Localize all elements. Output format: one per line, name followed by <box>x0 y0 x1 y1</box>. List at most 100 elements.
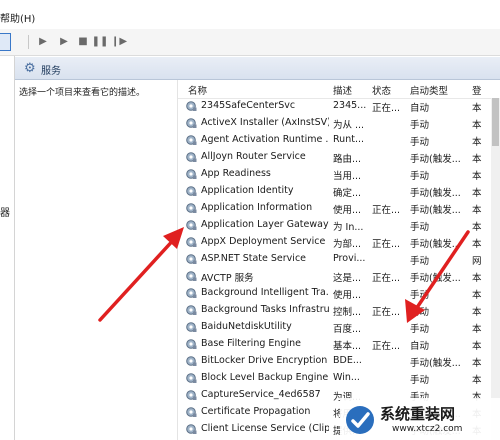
service-name: BaiduNetdiskUtility <box>201 321 292 332</box>
service-name: Application Layer Gateway ... <box>201 219 329 230</box>
pane-header: ⚙ 服务 <box>15 57 500 80</box>
service-gear-icon <box>185 304 197 316</box>
table-row[interactable]: ActiveX Installer (AxInstSV) 为从 ... 手动 本 <box>178 115 500 132</box>
column-header-name[interactable]: 名称 <box>188 83 207 97</box>
table-row[interactable]: Application Layer Gateway ... 为 In... 手动 本 <box>178 217 500 234</box>
service-gear-icon <box>185 151 197 163</box>
watermark: 系统重装网 www.xtcz2.com <box>340 398 500 440</box>
service-description: 2345... <box>333 100 367 111</box>
service-description: 使用... <box>333 205 362 216</box>
service-gear-icon <box>185 321 197 333</box>
stop-icon[interactable]: ■ <box>76 34 90 48</box>
service-logon: 本 <box>472 120 482 131</box>
service-description: 控制... <box>333 307 362 318</box>
service-gear-icon <box>185 134 197 146</box>
toolbar: ▶ ▶ ■ ❚❚ ❙▶ <box>0 29 500 56</box>
column-header-logon[interactable]: 登 <box>472 83 482 97</box>
service-startup-type: 手动(触发... <box>410 188 461 199</box>
service-startup-type: 手动(触发... <box>410 239 461 250</box>
service-description: Runt... <box>333 134 365 145</box>
service-gear-icon <box>185 287 197 299</box>
column-header-startup-type[interactable]: 启动类型 <box>410 83 448 97</box>
table-row[interactable]: AppX Deployment Service ... 为部... 正在... 手动(… <box>178 234 500 251</box>
service-name: 2345SafeCenterSvc <box>201 100 296 111</box>
service-description: 基本... <box>333 341 362 352</box>
description-panel: 选择一个项目来查看它的描述。 <box>15 80 178 440</box>
play-alt-icon[interactable]: ▶ <box>57 34 71 48</box>
table-row[interactable]: Application Information 使用... 正在... 手动(触发..… <box>178 200 500 217</box>
service-description: 当用... <box>333 171 362 182</box>
service-logon: 本 <box>472 358 482 369</box>
service-gear-icon <box>185 100 197 112</box>
service-status: 正在... <box>372 205 401 216</box>
service-name: AllJoyn Router Service <box>201 151 306 162</box>
service-startup-type: 手动(触发... <box>410 154 461 165</box>
service-gear-icon <box>185 168 197 180</box>
restart-icon[interactable]: ❙▶ <box>111 34 127 48</box>
services-list: 名称 描述 状态 启动类型 登 2345SafeCenterSvc 2345...… <box>178 80 500 440</box>
service-description: 为从 ... <box>333 120 365 131</box>
service-startup-type: 手动 <box>410 324 430 335</box>
service-name: AppX Deployment Service ... <box>201 236 329 247</box>
service-name: AVCTP 服务 <box>201 273 254 284</box>
pane-title: 服务 <box>41 66 61 77</box>
service-status: 正在... <box>372 307 401 318</box>
column-header-description[interactable]: 描述 <box>333 83 352 97</box>
service-status: 正在... <box>372 341 401 352</box>
column-header-row: 名称 描述 状态 启动类型 登 <box>178 80 500 99</box>
service-logon: 网 <box>472 256 482 267</box>
service-gear-icon <box>185 219 197 231</box>
service-logon: 本 <box>472 324 482 335</box>
table-row[interactable]: AVCTP 服务 这是... 正在... 手动(触发... 本 <box>178 268 500 285</box>
column-header-status[interactable]: 状态 <box>372 83 391 97</box>
service-logon: 本 <box>472 171 482 182</box>
table-row[interactable]: Block Level Backup Engine ... Win... 手动 本 <box>178 370 500 387</box>
service-startup-type: 自动 <box>410 103 430 114</box>
service-description: 百度... <box>333 324 362 335</box>
service-startup-type: 手动 <box>410 137 430 148</box>
table-row[interactable]: Agent Activation Runtime ... Runt... 手动 本 <box>178 132 500 149</box>
table-row[interactable]: App Readiness 当用... 手动 本 <box>178 166 500 183</box>
toolbar-separator <box>28 35 29 49</box>
table-row[interactable]: BaiduNetdiskUtility 百度... 手动 本 <box>178 319 500 336</box>
service-name: ASP.NET State Service <box>201 253 307 264</box>
description-prompt: 选择一个项目来查看它的描述。 <box>19 88 146 98</box>
service-startup-type: 手动 <box>410 222 430 233</box>
table-row[interactable]: Base Filtering Engine 基本... 正在... 自动 本 <box>178 336 500 353</box>
table-row[interactable]: Background Intelligent Tra... 使用... 手动 本 <box>178 285 500 302</box>
show-console-tree-button[interactable] <box>0 33 11 51</box>
service-name: Certificate Propagation <box>201 406 311 417</box>
scrollbar-thumb[interactable] <box>492 98 499 146</box>
console-tree-text: 器 <box>0 208 10 219</box>
service-gear-icon <box>185 338 197 350</box>
menu-help[interactable]: 帮助(H) <box>0 10 35 25</box>
service-gear-icon <box>185 372 197 384</box>
pause-icon[interactable]: ❚❚ <box>92 34 109 48</box>
service-logon: 本 <box>472 222 482 233</box>
table-row[interactable]: Background Tasks Infrastru... 控制... 正在... 自… <box>178 302 500 319</box>
service-logon: 本 <box>472 273 482 284</box>
service-logon: 本 <box>472 103 482 114</box>
menu-bar: 帮助(H) <box>0 0 500 29</box>
service-startup-type: 手动 <box>410 120 430 131</box>
service-name: Background Intelligent Tra... <box>201 287 329 298</box>
table-row[interactable]: Application Identity 确定... 手动(触发... 本 <box>178 183 500 200</box>
table-row[interactable]: BitLocker Drive Encryption ... BDE... 手动(触… <box>178 353 500 370</box>
watermark-url: www.xtcz2.com <box>392 424 463 434</box>
service-gear-icon <box>185 355 197 367</box>
service-name: App Readiness <box>201 168 271 179</box>
watermark-title: 系统重装网 <box>380 405 456 423</box>
table-row[interactable]: 2345SafeCenterSvc 2345... 正在... 自动 本 <box>178 98 500 115</box>
service-gear-icon <box>185 423 197 435</box>
service-gear-icon <box>185 270 197 282</box>
service-startup-type: 手动 <box>410 375 430 386</box>
service-name: Client License Service (Clip... <box>201 423 329 434</box>
service-description: BDE... <box>333 355 362 366</box>
play-icon[interactable]: ▶ <box>36 34 50 48</box>
vertical-scrollbar[interactable] <box>491 98 500 440</box>
service-status: 正在... <box>372 273 401 284</box>
table-row[interactable]: AllJoyn Router Service 路由... 手动(触发... 本 <box>178 149 500 166</box>
service-startup-type: 手动(触发... <box>410 358 461 369</box>
gear-icon: ⚙ <box>24 61 36 76</box>
table-row[interactable]: ASP.NET State Service Provi... 手动 网 <box>178 251 500 268</box>
